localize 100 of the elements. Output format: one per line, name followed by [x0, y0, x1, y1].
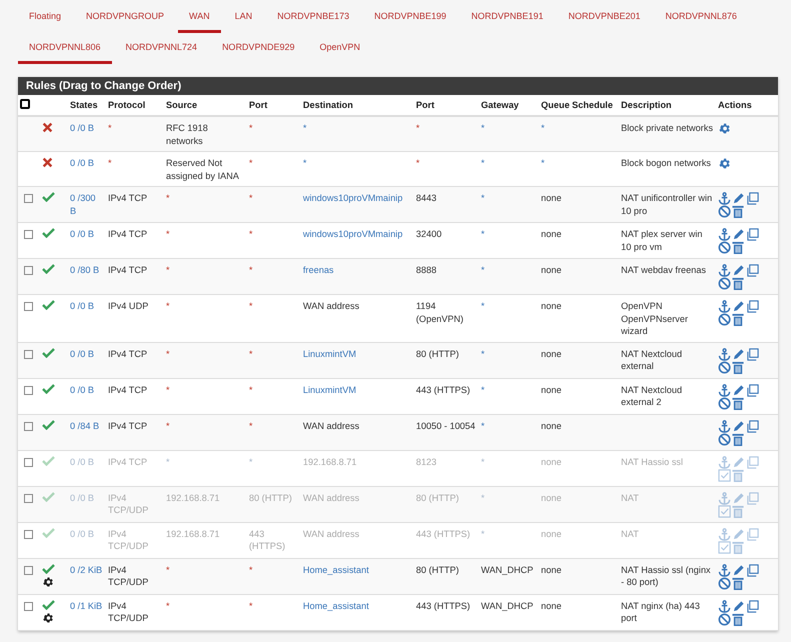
description-cell: NAT Hassio ssl (nginx - 80 port) [621, 564, 711, 587]
anchor-icon[interactable] [718, 348, 731, 360]
anchor-icon[interactable] [718, 228, 731, 241]
disable-icon[interactable] [718, 277, 731, 290]
source-port-cell: * [249, 564, 253, 574]
queue-cell: none [541, 492, 562, 502]
anchor-icon[interactable] [718, 420, 731, 432]
copy-icon[interactable] [746, 348, 759, 360]
row-checkbox[interactable] [24, 530, 33, 538]
disable-icon[interactable] [718, 432, 731, 446]
destination-link[interactable]: windows10proVMmainip [303, 228, 412, 240]
row-checkbox[interactable] [24, 458, 33, 466]
edit-icon[interactable] [732, 348, 745, 360]
enable-checkbox-icon[interactable] [718, 540, 731, 554]
copy-icon[interactable] [746, 564, 759, 576]
destination-cell: 192.168.8.71 [303, 456, 357, 466]
copy-icon[interactable] [746, 384, 759, 396]
row-checkbox[interactable] [24, 350, 33, 358]
anchor-icon[interactable] [718, 384, 731, 396]
queue-cell: none [541, 265, 562, 275]
trash-icon[interactable] [732, 205, 744, 218]
states-link[interactable]: 0 /0 B [70, 157, 104, 170]
disable-icon[interactable] [718, 360, 731, 374]
states-link[interactable]: 0 /1 KiB [70, 600, 104, 612]
trash-icon[interactable] [732, 432, 744, 446]
edit-icon[interactable] [732, 564, 745, 576]
edit-icon[interactable] [732, 420, 745, 432]
enable-checkbox-icon[interactable] [718, 504, 731, 518]
trash-icon[interactable] [732, 576, 744, 590]
edit-icon[interactable] [732, 192, 745, 205]
anchor-icon[interactable] [718, 600, 731, 612]
trash-icon[interactable] [732, 313, 744, 326]
disable-icon[interactable] [718, 313, 731, 326]
settings-icon[interactable] [718, 122, 731, 135]
states-link[interactable]: 0 /0 B [70, 384, 104, 396]
interface-tab[interactable]: LAN [224, 2, 264, 33]
row-checkbox[interactable] [24, 230, 33, 239]
settings-icon[interactable] [718, 157, 731, 170]
edit-icon[interactable] [732, 264, 745, 277]
edit-icon[interactable] [732, 228, 745, 241]
trash-icon[interactable] [732, 396, 744, 410]
copy-icon[interactable] [746, 264, 759, 277]
trash-icon[interactable] [732, 612, 744, 626]
interface-tab[interactable]: NORDVPNGROUP [75, 2, 176, 33]
source-header: Source [166, 100, 198, 110]
description-cell: NAT unificontroller win 10 pro [621, 193, 712, 216]
source-port-cell: * [249, 193, 253, 203]
interface-tab[interactable]: NORDVPNBE201 [557, 2, 652, 33]
queue-cell: none [541, 348, 562, 358]
disable-icon[interactable] [718, 612, 731, 626]
copy-icon[interactable] [746, 300, 759, 313]
states-link[interactable]: 0 /0 B [70, 228, 104, 240]
copy-icon[interactable] [746, 420, 759, 432]
row-checkbox[interactable] [24, 494, 33, 502]
enable-checkbox-icon[interactable] [718, 468, 731, 482]
row-checkbox[interactable] [24, 302, 33, 311]
row-checkbox[interactable] [24, 194, 33, 203]
copy-icon[interactable] [746, 600, 759, 612]
protocol-cell: * [108, 123, 112, 133]
source-cell: Reserved Not assigned by IANA [166, 158, 240, 180]
interface-tab[interactable]: NORDVPNBE191 [460, 2, 554, 33]
anchor-icon[interactable] [718, 300, 731, 313]
interface-tab[interactable]: NORDVPNDE929 [211, 33, 306, 64]
protocol-cell: IPv4 TCP [108, 193, 148, 203]
interface-tab[interactable]: WAN [178, 2, 221, 33]
gateway-cell: WAN_DHCP [481, 564, 534, 574]
trash-icon[interactable] [732, 241, 744, 254]
copy-icon[interactable] [746, 228, 759, 241]
disable-icon[interactable] [718, 576, 731, 590]
trash-icon[interactable] [732, 277, 744, 290]
destination-link[interactable]: Home_assistant [303, 600, 412, 612]
edit-icon[interactable] [732, 300, 745, 313]
copy-icon[interactable] [746, 192, 759, 205]
description-cell: OpenVPN OpenVPNserver wizard [621, 301, 688, 336]
destination-link[interactable]: LinuxmintVM [303, 384, 412, 396]
disable-icon[interactable] [718, 241, 731, 254]
interface-tab[interactable]: Floating [18, 2, 72, 33]
interface-tab[interactable]: NORDVPNNL876 [654, 2, 748, 33]
row-checkbox[interactable] [24, 602, 33, 610]
states-link[interactable]: 0 /0 B [70, 300, 104, 312]
anchor-icon[interactable] [718, 264, 731, 277]
trash-icon[interactable] [732, 360, 744, 374]
interface-tab[interactable]: NORDVPNBE173 [266, 2, 360, 33]
disable-icon[interactable] [718, 396, 731, 410]
anchor-icon[interactable] [718, 564, 731, 576]
interface-tab[interactable]: NORDVPNNL724 [114, 33, 208, 64]
disable-icon[interactable] [718, 205, 731, 218]
edit-icon[interactable] [732, 600, 745, 612]
row-checkbox[interactable] [24, 386, 33, 394]
interface-tab[interactable]: NORDVPNNL806 [18, 33, 112, 64]
interface-tab[interactable]: NORDVPNBE199 [363, 2, 458, 33]
row-checkbox[interactable] [24, 266, 33, 275]
row-checkbox[interactable] [24, 422, 33, 430]
anchor-icon[interactable] [718, 192, 731, 205]
source-port-cell: * [249, 348, 253, 358]
source-port-header: Port [249, 100, 268, 110]
edit-icon[interactable] [732, 384, 745, 396]
select-all-checkbox[interactable] [20, 99, 30, 109]
interface-tab[interactable]: OpenVPN [308, 33, 372, 64]
row-checkbox[interactable] [24, 566, 33, 574]
